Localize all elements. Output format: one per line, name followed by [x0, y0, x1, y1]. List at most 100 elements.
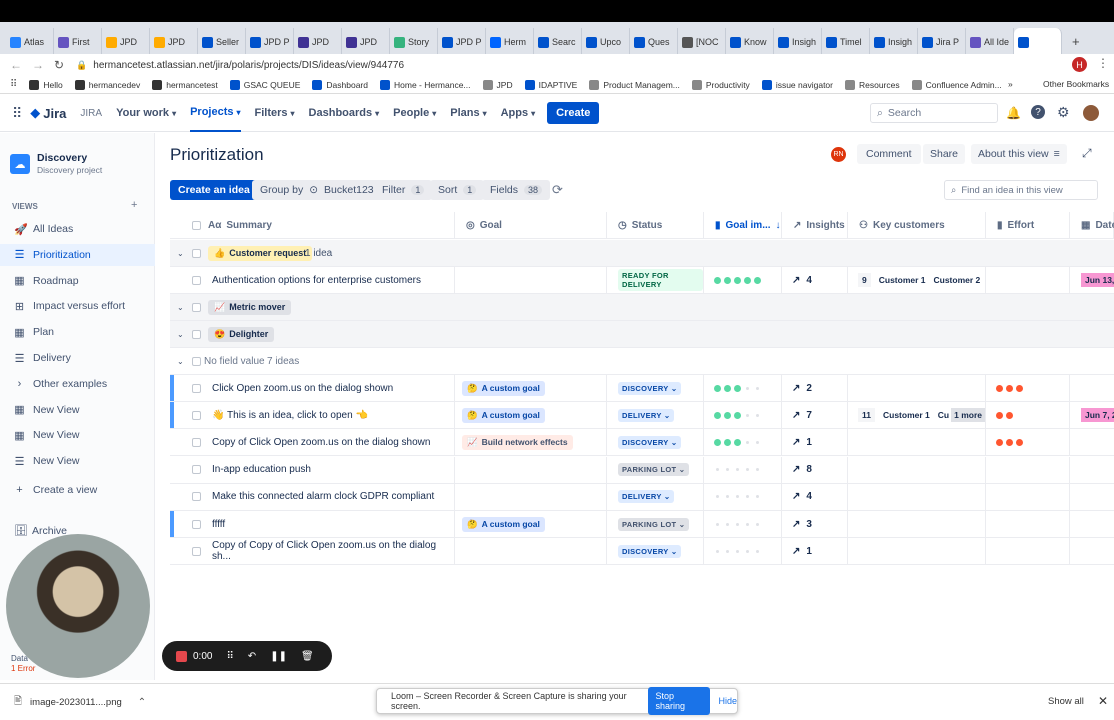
- bookmark[interactable]: Productivity: [691, 79, 750, 90]
- error-label[interactable]: 1 Error: [11, 664, 35, 673]
- show-all-link[interactable]: Show all: [1048, 696, 1084, 707]
- group-row[interactable]: ⌄ 📈 Metric mover: [170, 294, 1114, 321]
- user-avatar[interactable]: [1083, 105, 1099, 121]
- impact-rating[interactable]: [714, 466, 761, 473]
- browser-tab[interactable]: Seller: [198, 28, 246, 56]
- browser-tab[interactable]: Story: [390, 28, 438, 56]
- data-label[interactable]: Data: [11, 654, 28, 663]
- status-lozenge[interactable]: PARKING LOT ⌄: [618, 517, 690, 531]
- browser-tab[interactable]: Ques: [630, 28, 678, 56]
- impact-rating[interactable]: [714, 411, 761, 419]
- effort-rating[interactable]: [996, 411, 1013, 419]
- bookmark[interactable]: JPD: [482, 79, 513, 90]
- idea-summary[interactable]: fffff: [212, 519, 225, 530]
- group-checkbox[interactable]: [192, 356, 201, 366]
- idea-summary[interactable]: In-app education push: [212, 464, 311, 475]
- sidebar-item-prioritization[interactable]: ☰ Prioritization: [0, 243, 155, 266]
- comment-button[interactable]: Comment: [857, 144, 921, 164]
- nav-filters[interactable]: Filters ▾: [255, 95, 295, 132]
- column-header-summary[interactable]: Aα Summary: [198, 212, 455, 238]
- browser-tab[interactable]: [1014, 28, 1062, 56]
- url-text[interactable]: hermancetest.atlassian.net/jira/polaris/…: [93, 60, 404, 71]
- chevron-down-icon[interactable]: ⌄: [177, 249, 184, 258]
- group-checkbox[interactable]: [192, 329, 201, 339]
- more-customers[interactable]: 1 more: [951, 408, 985, 423]
- browser-tab[interactable]: First: [54, 28, 102, 56]
- nav-people[interactable]: People ▾: [393, 95, 436, 132]
- nav-apps[interactable]: Apps ▾: [501, 95, 536, 132]
- column-header-goal[interactable]: ◎ Goal: [456, 212, 607, 238]
- sidebar-item-impact-versus-effort[interactable]: ⊞ Impact versus effort: [14, 295, 152, 317]
- bookmark[interactable]: hermancedev: [74, 79, 140, 90]
- app-switcher-icon[interactable]: ⠿: [12, 105, 22, 122]
- nav-projects[interactable]: Projects ▾: [190, 95, 241, 132]
- table-row[interactable]: 👋 This is an idea, click to open 👈 🤔 A cus…: [170, 402, 1114, 430]
- close-downloads-icon[interactable]: ✕: [1098, 694, 1108, 708]
- sidebar-item-plan[interactable]: ▦ Plan: [14, 321, 152, 343]
- group-by-button[interactable]: Group by ⊙ Bucket123: [252, 180, 382, 200]
- chevron-down-icon[interactable]: ⌄: [177, 303, 184, 312]
- group-row[interactable]: ⌄ No field value 7 ideas: [170, 348, 1114, 375]
- undo-icon[interactable]: ↶: [248, 651, 256, 662]
- forward-icon[interactable]: →: [32, 58, 44, 72]
- bookmark[interactable]: hermancetest: [152, 79, 218, 90]
- bookmark[interactable]: Hello: [29, 79, 63, 90]
- bookmark[interactable]: Confluence Admin...: [911, 79, 1002, 90]
- column-header-effort[interactable]: ▮ Effort: [987, 212, 1070, 238]
- help-icon[interactable]: ?: [1031, 105, 1045, 119]
- sidebar-item-new-view[interactable]: ☰ New View: [14, 450, 152, 472]
- bookmark[interactable]: issue navigator: [761, 79, 833, 90]
- sidebar-item-create-a-view[interactable]: + Create a view: [14, 479, 152, 501]
- bookmark[interactable]: Home - Hermance...: [380, 79, 471, 90]
- browser-tab[interactable]: Herm: [486, 28, 534, 56]
- customer-tag[interactable]: Customer 2: [934, 275, 981, 285]
- profile-avatar[interactable]: H: [1072, 57, 1087, 72]
- goal-tag[interactable]: 📈 Build network effects: [462, 434, 573, 450]
- status-lozenge[interactable]: DISCOVERY ⌄: [618, 381, 682, 395]
- sort-button[interactable]: Sort 1: [430, 180, 485, 200]
- share-button[interactable]: Share: [923, 144, 966, 164]
- sidebar-item-other-examples[interactable]: › Other examples: [14, 373, 152, 395]
- goal-tag[interactable]: 🤔 A custom goal: [462, 380, 545, 396]
- idea-summary[interactable]: Click Open zoom.us on the dialog shown: [212, 383, 393, 394]
- group-checkbox[interactable]: [192, 302, 201, 312]
- add-view-icon[interactable]: +: [131, 199, 137, 211]
- browser-tab[interactable]: JPD: [102, 28, 150, 56]
- autosave-icon[interactable]: ⟳: [552, 182, 563, 198]
- jira-logo-icon[interactable]: ◆: [30, 105, 40, 121]
- sort-desc-icon[interactable]: ↓: [776, 220, 781, 231]
- find-idea-input[interactable]: ⌕ Find an idea in this view: [944, 180, 1098, 200]
- browser-tab[interactable]: All Ide: [966, 28, 1014, 56]
- effort-rating[interactable]: [996, 384, 1023, 392]
- customer-tag[interactable]: Customer 1: [883, 410, 930, 420]
- column-header-status[interactable]: ◷ Status: [608, 212, 704, 238]
- browser-tab[interactable]: Searc: [534, 28, 582, 56]
- idea-summary[interactable]: Copy of Copy of Click Open zoom.us on th…: [212, 540, 454, 562]
- status-lozenge[interactable]: DELIVERY ⌄: [618, 408, 675, 422]
- status-lozenge[interactable]: DISCOVERY ⌄: [618, 544, 682, 558]
- browser-tab[interactable]: Upco: [582, 28, 630, 56]
- fields-button[interactable]: Fields 38: [482, 180, 551, 200]
- back-icon[interactable]: ←: [10, 58, 22, 72]
- search-input[interactable]: ⌕ Search: [870, 103, 998, 123]
- chevron-down-icon[interactable]: ⌄: [177, 357, 184, 366]
- insights-count[interactable]: 4: [806, 491, 812, 502]
- impact-rating[interactable]: [714, 438, 761, 446]
- idea-summary[interactable]: Make this connected alarm clock GDPR com…: [212, 491, 434, 502]
- impact-rating[interactable]: [714, 548, 761, 555]
- project-avatar[interactable]: ☁: [10, 154, 30, 174]
- sidebar-item-roadmap[interactable]: ▦ Roadmap: [14, 270, 152, 292]
- sidebar-item-all-ideas[interactable]: 🚀 All Ideas: [14, 218, 152, 240]
- record-stop-icon[interactable]: [176, 650, 187, 662]
- impact-rating[interactable]: [714, 276, 761, 284]
- goal-tag[interactable]: 🤔 A custom goal: [462, 516, 545, 532]
- browser-tab[interactable]: Insigh: [774, 28, 822, 56]
- sidebar-item-new-view[interactable]: ▦ New View: [14, 424, 152, 446]
- pause-icon[interactable]: ❚❚: [270, 651, 287, 662]
- nav-plans[interactable]: Plans ▾: [450, 95, 486, 132]
- insights-count[interactable]: 8: [806, 464, 812, 475]
- stop-sharing-button[interactable]: Stop sharing: [647, 687, 711, 715]
- column-header-insights[interactable]: ↗ Insights: [783, 212, 848, 238]
- insights-count[interactable]: 3: [806, 519, 812, 530]
- idea-summary[interactable]: 👋 This is an idea, click to open 👈: [212, 410, 368, 421]
